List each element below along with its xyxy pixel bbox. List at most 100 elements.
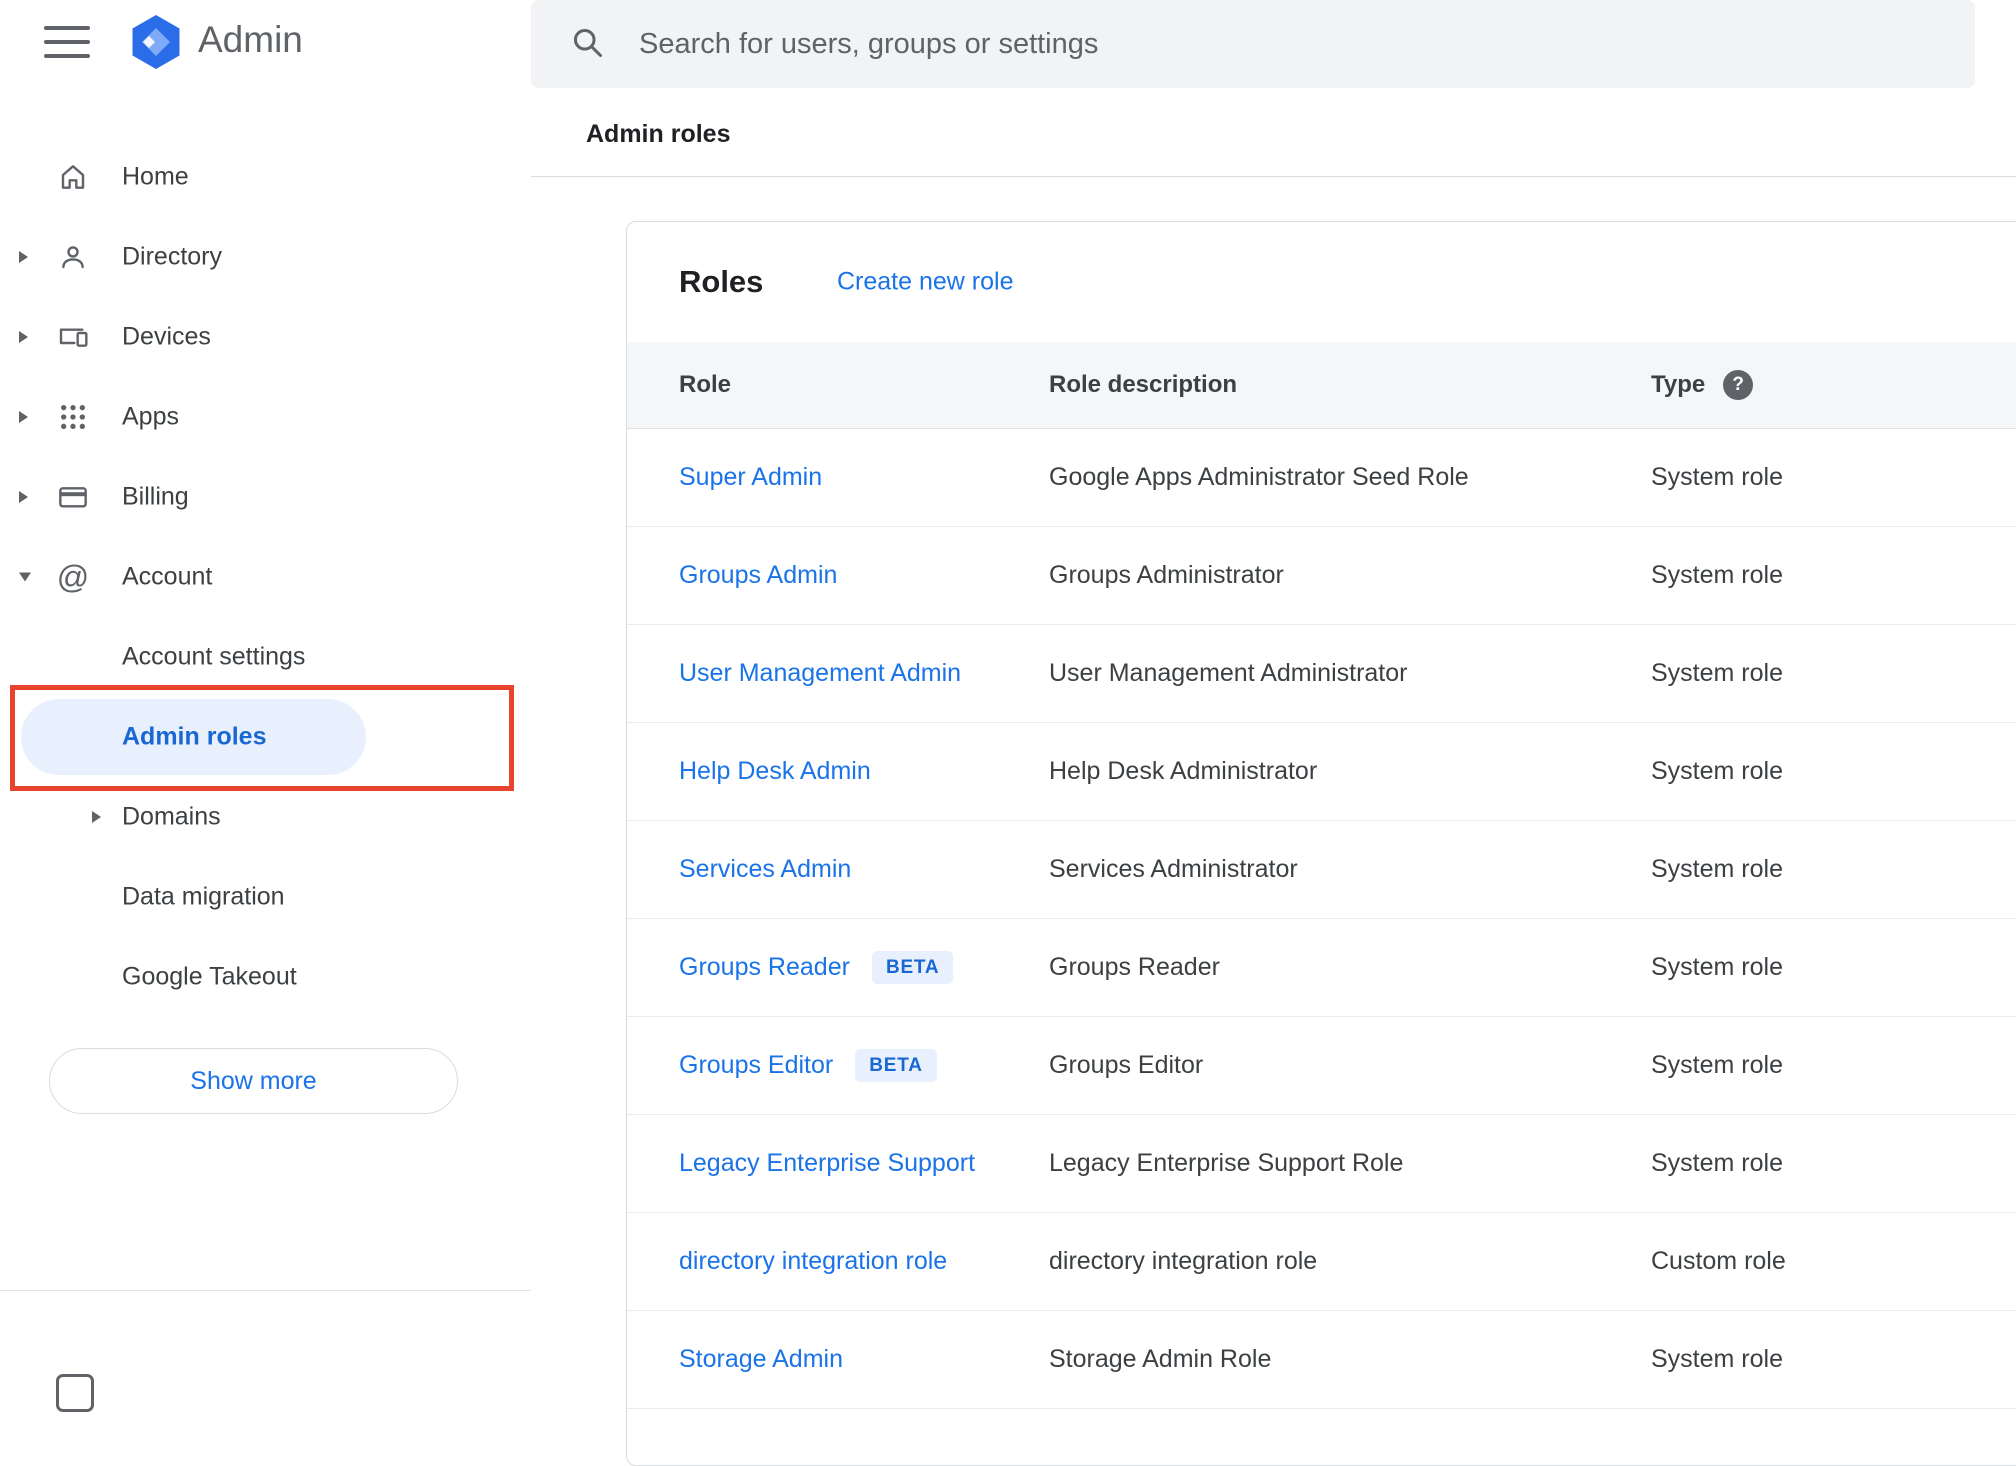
column-header-role: Role [679,371,732,398]
create-new-role-link[interactable]: Create new role [837,268,1013,297]
show-more-button[interactable]: Show more [49,1048,458,1114]
menu-icon[interactable] [44,26,90,58]
search-bar[interactable] [531,0,1975,88]
beta-badge: BETA [855,1049,937,1082]
role-link[interactable]: Groups Editor [679,1051,833,1080]
role-link[interactable]: Super Admin [679,463,822,492]
page-divider [531,176,2016,177]
role-cell: Groups Editor BETA [679,1049,1049,1082]
sidebar-item-label: Apps [122,402,179,431]
search-input[interactable] [639,27,1919,61]
role-description: Storage Admin Role [1049,1345,1272,1373]
sidebar-item-label: Data migration [122,882,285,911]
devices-icon [56,320,90,354]
sidebar-item-admin-roles[interactable]: Admin roles [0,697,531,777]
role-type: System role [1651,659,1783,687]
roles-card: Roles Create new role Role Role descript… [626,221,2016,1466]
sidebar-item-directory[interactable]: Directory [0,217,531,297]
role-link[interactable]: Groups Reader [679,953,850,982]
role-type: System role [1651,953,1783,981]
sidebar-bottom-divider [0,1290,531,1291]
table-row: Storage Admin Storage Admin Role System … [627,1311,2016,1409]
apps-grid-icon [56,400,90,434]
admin-logo-icon [127,13,185,71]
chevron-right-icon [19,491,28,503]
sidebar-item-billing[interactable]: Billing [0,457,531,537]
sidebar-item-label: Home [122,162,189,191]
sidebar-item-label: Directory [122,242,223,271]
at-sign-icon: @ [56,560,90,594]
sidebar-item-google-takeout[interactable]: Google Takeout [0,937,531,1017]
at-glyph: @ [56,559,90,595]
sidebar-item-label: Google Takeout [122,962,297,991]
role-link[interactable]: User Management Admin [679,659,961,688]
menu-bar [44,40,90,44]
role-link[interactable]: directory integration role [679,1247,947,1276]
role-cell: User Management Admin [679,659,1049,688]
role-cell: Help Desk Admin [679,757,1049,786]
sidebar-item-apps[interactable]: Apps [0,377,531,457]
chevron-down-icon [19,572,31,582]
table-row: Groups Reader BETA Groups Reader System … [627,919,2016,1017]
menu-bar [44,26,90,30]
sidebar-item-devices[interactable]: Devices [0,297,531,377]
sidebar-item-label: Devices [122,322,211,351]
sidebar-nav: Home Directory Devices Apps Billing @ Ac… [0,137,531,1017]
role-type: System role [1651,1345,1783,1373]
role-type: System role [1651,1149,1783,1177]
search-icon [569,24,605,65]
role-cell: Super Admin [679,463,1049,492]
help-icon[interactable]: ? [1723,370,1754,400]
table-row: Legacy Enterprise Support Legacy Enterpr… [627,1115,2016,1213]
person-icon [56,240,90,274]
column-header-type-label: Type [1651,371,1706,398]
bottom-partial-icon[interactable] [56,1374,94,1412]
chevron-right-icon [92,811,101,823]
sidebar-item-domains[interactable]: Domains [0,777,531,857]
role-cell: directory integration role [679,1247,1049,1276]
role-description: Legacy Enterprise Support Role [1049,1149,1404,1177]
sidebar-item-account[interactable]: @ Account [0,537,531,617]
table-header-row: Role Role description Type ? [627,342,2016,429]
role-type: System role [1651,757,1783,785]
sidebar-item-home[interactable]: Home [0,137,531,217]
sidebar-item-label: Account [122,562,213,591]
sidebar: Admin Home Directory Devices Apps Billin… [0,0,531,1412]
brand-title: Admin [198,19,303,60]
billing-card-icon [56,480,90,514]
column-header-description: Role description [1049,371,1238,398]
role-link[interactable]: Groups Admin [679,561,837,590]
role-cell: Storage Admin [679,1345,1049,1374]
role-link[interactable]: Storage Admin [679,1345,843,1374]
breadcrumb-page-title: Admin roles [586,120,731,148]
roles-card-header: Roles Create new role [627,222,2016,342]
role-description: Google Apps Administrator Seed Role [1049,463,1469,491]
role-type: Custom role [1651,1247,1786,1275]
role-type: System role [1651,561,1783,589]
role-link[interactable]: Help Desk Admin [679,757,871,786]
table-row: User Management Admin User Management Ad… [627,625,2016,723]
role-description: Groups Reader [1049,953,1220,981]
chevron-right-icon [19,331,28,343]
table-row: Super Admin Google Apps Administrator Se… [627,429,2016,527]
role-cell: Groups Reader BETA [679,951,1049,984]
chevron-right-icon [19,411,28,423]
beta-badge: BETA [871,951,954,984]
role-link[interactable]: Legacy Enterprise Support [679,1149,975,1178]
sidebar-item-data-migration[interactable]: Data migration [0,857,531,937]
role-cell: Legacy Enterprise Support [679,1149,1049,1178]
sidebar-item-account-settings[interactable]: Account settings [0,617,531,697]
role-link[interactable]: Services Admin [679,855,851,884]
role-description: Help Desk Administrator [1049,757,1318,785]
role-description: Groups Administrator [1049,561,1284,589]
role-description: directory integration role [1049,1247,1318,1275]
sidebar-item-label: Account settings [122,642,306,671]
role-description: Groups Editor [1049,1051,1204,1079]
table-row: Groups Editor BETA Groups Editor System … [627,1017,2016,1115]
roles-title: Roles [679,264,764,299]
role-type: System role [1651,463,1783,491]
sidebar-item-label: Domains [122,802,221,831]
table-row: Services Admin Services Administrator Sy… [627,821,2016,919]
home-icon [56,160,90,194]
role-type: System role [1651,855,1783,883]
